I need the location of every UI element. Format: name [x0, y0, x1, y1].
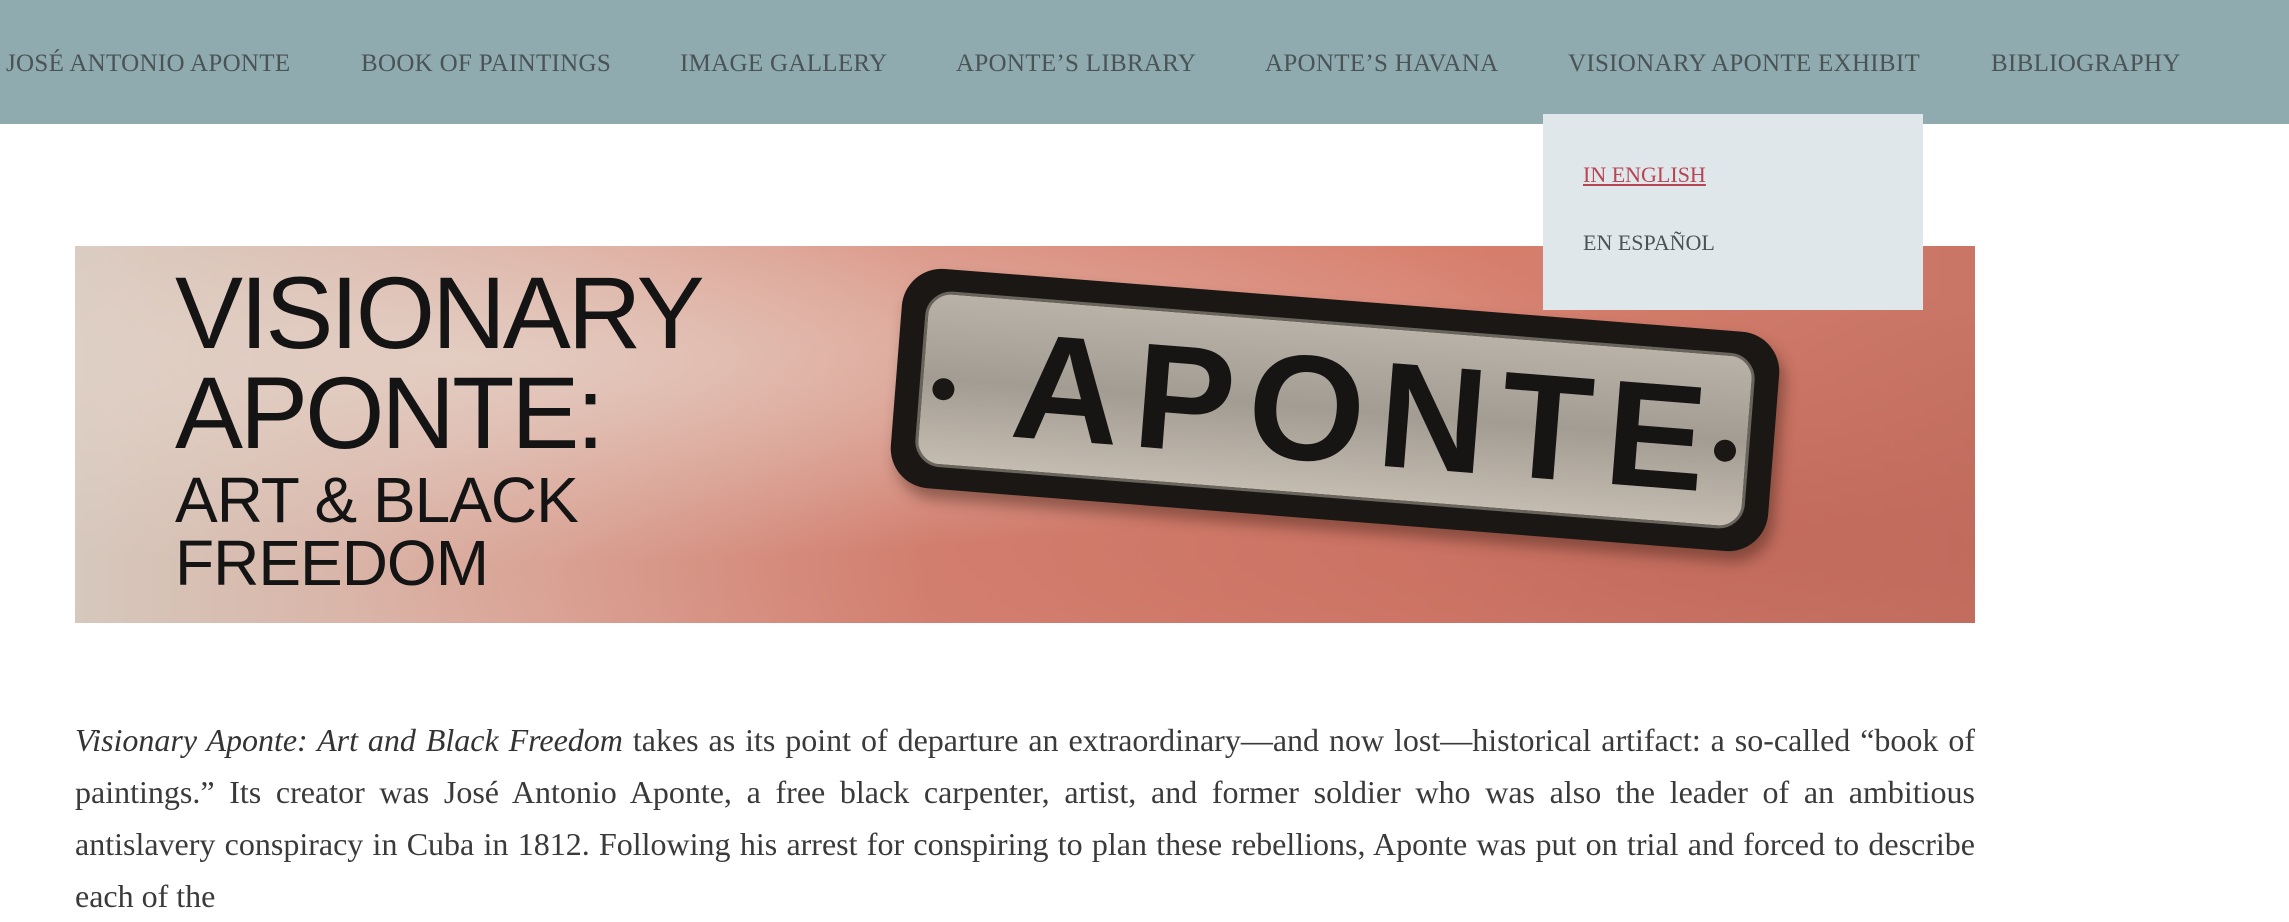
nav-item-image-gallery[interactable]: IMAGE GALLERY: [680, 50, 887, 78]
hero-title-line-1: VISIONARY: [175, 256, 705, 370]
dropdown-item-in-english[interactable]: IN ENGLISH: [1583, 162, 1706, 188]
top-navigation-bar: JOSÉ ANTONIO APONTE BOOK OF PAINTINGS IM…: [0, 0, 2289, 124]
sign-bolt-left: [931, 377, 956, 402]
hero-subtitle-line-1: ART & BLACK: [175, 464, 579, 536]
nav-item-bibliography[interactable]: BIBLIOGRAPHY: [1991, 50, 2181, 78]
nav-item-visionary-aponte-exhibit[interactable]: VISIONARY APONTE EXHIBIT: [1568, 50, 1920, 78]
street-sign-plate: APONTE: [913, 289, 1757, 531]
nav-item-apontes-havana[interactable]: APONTE’S HAVANA: [1265, 50, 1498, 78]
hero-subtitle-line-2: FREEDOM: [175, 527, 489, 599]
exhibit-language-dropdown: IN ENGLISH EN ESPAÑOL: [1543, 114, 1923, 310]
street-sign-lettering: APONTE: [1006, 300, 1727, 525]
nav-item-apontes-library[interactable]: APONTE’S LIBRARY: [956, 50, 1196, 78]
nav-item-jose-antonio-aponte[interactable]: JOSÉ ANTONIO APONTE: [6, 50, 290, 78]
nav-item-book-of-paintings[interactable]: BOOK OF PAINTINGS: [361, 50, 611, 78]
article-title-italic: Visionary Aponte: Art and Black Freedom: [75, 722, 623, 758]
hero-title-line-2: APONTE:: [175, 356, 605, 470]
dropdown-item-en-espanol[interactable]: EN ESPAÑOL: [1583, 230, 1715, 256]
article-intro-paragraph: Visionary Aponte: Art and Black Freedom …: [75, 714, 1975, 922]
